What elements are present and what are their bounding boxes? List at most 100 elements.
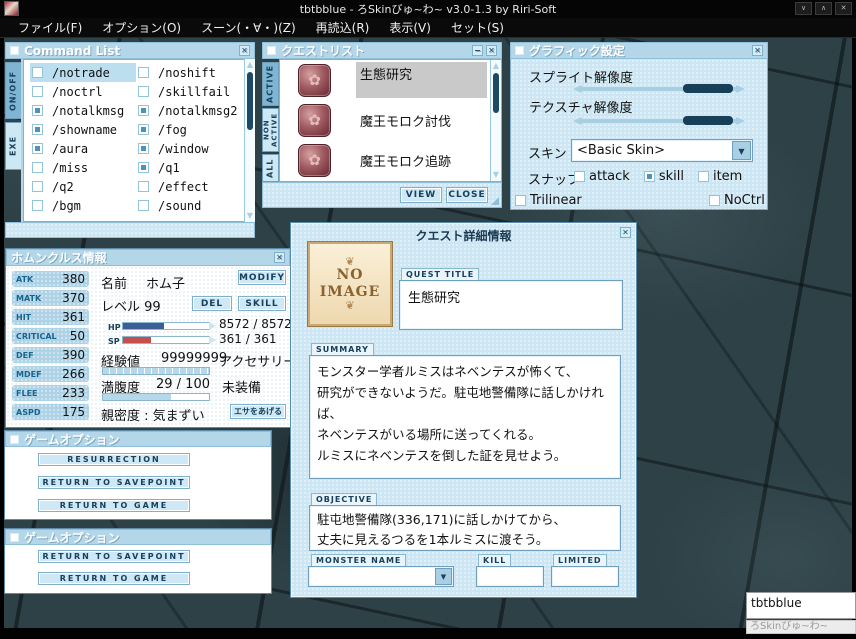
quest-item[interactable]: ✿ 魔王モロク追跡 bbox=[280, 140, 501, 180]
close-icon[interactable]: ✕ bbox=[752, 45, 763, 56]
scrollbar-thumb[interactable] bbox=[493, 73, 499, 113]
snap-skill-checkbox[interactable] bbox=[643, 171, 655, 182]
tab-nonactive[interactable]: NON ACTIVE bbox=[262, 108, 279, 152]
tab-onoff[interactable]: ON/OFF bbox=[5, 62, 22, 119]
checkbox[interactable] bbox=[138, 86, 149, 97]
graphics-titlebar[interactable]: グラフィック設定 ✕ bbox=[510, 42, 768, 59]
command-item[interactable]: /q2 bbox=[30, 177, 136, 196]
scrollbar[interactable]: ▲ ▼ bbox=[244, 59, 255, 222]
command-item[interactable]: /effect bbox=[136, 177, 236, 196]
trilinear-checkbox[interactable] bbox=[515, 195, 526, 206]
menu-file[interactable]: ファイル(F) bbox=[8, 19, 92, 36]
command-item[interactable]: /fog bbox=[136, 120, 236, 139]
del-button[interactable]: DEL bbox=[192, 296, 232, 311]
command-item[interactable]: /noctrl bbox=[30, 82, 136, 101]
texture-resolution-slider[interactable] bbox=[573, 115, 745, 127]
resize-handle[interactable] bbox=[491, 197, 499, 205]
command-item[interactable]: /sound bbox=[136, 196, 236, 215]
tab-active[interactable]: ACTIVE bbox=[262, 62, 279, 106]
close-icon[interactable]: ✕ bbox=[239, 45, 250, 56]
checkbox[interactable] bbox=[138, 181, 149, 192]
close-icon[interactable]: ✕ bbox=[835, 2, 852, 15]
resurrection-button[interactable]: RESURRECTION bbox=[38, 453, 190, 466]
skin-name-field[interactable]: tbtbblue bbox=[746, 592, 856, 619]
command-item[interactable]: /notalkmsg2 bbox=[136, 101, 237, 120]
checkbox[interactable] bbox=[138, 105, 149, 116]
quest-item[interactable]: ✿ 生態研究 bbox=[280, 60, 501, 100]
feed-button[interactable]: エサをあげる bbox=[230, 404, 286, 419]
close-icon[interactable]: ✕ bbox=[620, 227, 631, 238]
checkbox[interactable] bbox=[32, 86, 43, 97]
command-item[interactable]: /q1 bbox=[136, 158, 236, 177]
command-item[interactable]: /aura bbox=[30, 139, 136, 158]
slider-right-arrow-icon[interactable] bbox=[736, 117, 745, 125]
command-item[interactable]: /bgm bbox=[30, 196, 136, 215]
checkbox[interactable] bbox=[32, 124, 43, 135]
return-to-savepoint-button[interactable]: RETURN TO SAVEPOINT bbox=[38, 476, 190, 489]
snap-item-checkbox[interactable] bbox=[697, 171, 709, 182]
tab-exe[interactable]: EXE bbox=[5, 122, 22, 170]
checkbox[interactable] bbox=[32, 181, 43, 192]
checkbox[interactable] bbox=[32, 105, 43, 116]
slider-handle[interactable] bbox=[683, 84, 733, 93]
limited-field[interactable] bbox=[551, 566, 619, 587]
scroll-down-icon[interactable]: ▼ bbox=[491, 170, 501, 180]
menu-zoon[interactable]: スーン(・∀・)(Z) bbox=[191, 19, 306, 36]
return-to-savepoint-button[interactable]: RETURN TO SAVEPOINT bbox=[38, 550, 190, 563]
quest-item[interactable]: ✿ 魔王モロク討伐 bbox=[280, 100, 501, 140]
checkbox[interactable] bbox=[138, 162, 149, 173]
game-options-titlebar[interactable]: ゲームオプション bbox=[5, 431, 271, 447]
checkbox[interactable] bbox=[32, 67, 43, 78]
kill-field[interactable] bbox=[476, 566, 544, 587]
taskbar-app-label[interactable]: ろSkinびゅ~わ~ bbox=[746, 620, 856, 634]
modify-button[interactable]: MODIFY bbox=[238, 270, 286, 285]
checkbox[interactable] bbox=[138, 143, 149, 154]
tab-all[interactable]: ALL bbox=[262, 154, 279, 182]
slider-handle[interactable] bbox=[683, 116, 733, 125]
scroll-up-icon[interactable]: ▲ bbox=[491, 61, 501, 71]
menu-set[interactable]: セット(S) bbox=[441, 19, 514, 36]
minimize-icon[interactable]: − bbox=[472, 45, 483, 56]
scrollbar[interactable]: ▲ ▼ bbox=[490, 60, 501, 181]
command-item[interactable]: /notalkmsg bbox=[30, 101, 136, 120]
command-item[interactable]: /skillfail bbox=[136, 82, 236, 101]
skill-button[interactable]: SKILL bbox=[238, 296, 286, 311]
checkbox[interactable] bbox=[32, 200, 43, 211]
skin-dropdown[interactable]: <Basic Skin> ▼ bbox=[571, 139, 753, 162]
menu-view[interactable]: 表示(V) bbox=[379, 19, 441, 36]
slider-right-arrow-icon[interactable] bbox=[736, 85, 745, 93]
return-to-game-button[interactable]: RETURN TO GAME bbox=[38, 572, 190, 585]
slider-left-arrow-icon[interactable] bbox=[573, 117, 582, 125]
minimize-icon[interactable]: ∨ bbox=[795, 2, 812, 15]
dropdown-arrow-icon[interactable]: ▼ bbox=[732, 141, 751, 160]
checkbox[interactable] bbox=[138, 124, 149, 135]
checkbox[interactable] bbox=[138, 200, 149, 211]
sprite-resolution-slider[interactable] bbox=[573, 83, 745, 95]
maximize-icon[interactable]: ∧ bbox=[815, 2, 832, 15]
slider-left-arrow-icon[interactable] bbox=[573, 85, 582, 93]
checkbox[interactable] bbox=[32, 162, 43, 173]
return-to-game-button[interactable]: RETURN TO GAME bbox=[38, 499, 190, 512]
checkbox[interactable] bbox=[138, 67, 149, 78]
dropdown-arrow-icon[interactable]: ▼ bbox=[435, 568, 452, 585]
command-item[interactable]: /noshift bbox=[136, 63, 236, 82]
view-button[interactable]: VIEW bbox=[400, 187, 442, 203]
noctrl-checkbox[interactable] bbox=[709, 195, 720, 206]
game-options-titlebar[interactable]: ゲームオプション bbox=[5, 529, 271, 545]
scroll-down-icon[interactable]: ▼ bbox=[245, 211, 255, 221]
command-list-titlebar[interactable]: Command List ✕ bbox=[5, 42, 255, 59]
close-icon[interactable]: ✕ bbox=[274, 252, 285, 263]
checkbox[interactable] bbox=[32, 143, 43, 154]
command-item[interactable]: /miss bbox=[30, 158, 136, 177]
close-button[interactable]: CLOSE bbox=[446, 187, 488, 203]
close-icon[interactable]: ✕ bbox=[486, 45, 497, 56]
snap-attack-checkbox[interactable] bbox=[574, 171, 585, 182]
command-item[interactable]: /showname bbox=[30, 120, 136, 139]
scroll-up-icon[interactable]: ▲ bbox=[245, 60, 255, 70]
homunculus-titlebar[interactable]: ホムンクルス情報 ✕ bbox=[6, 249, 290, 266]
command-item[interactable]: /window bbox=[136, 139, 236, 158]
command-item[interactable]: /notrade bbox=[30, 63, 136, 82]
scrollbar-thumb[interactable] bbox=[247, 72, 253, 130]
menu-reload[interactable]: 再読込(R) bbox=[306, 19, 380, 36]
menu-options[interactable]: オプション(O) bbox=[92, 19, 191, 36]
